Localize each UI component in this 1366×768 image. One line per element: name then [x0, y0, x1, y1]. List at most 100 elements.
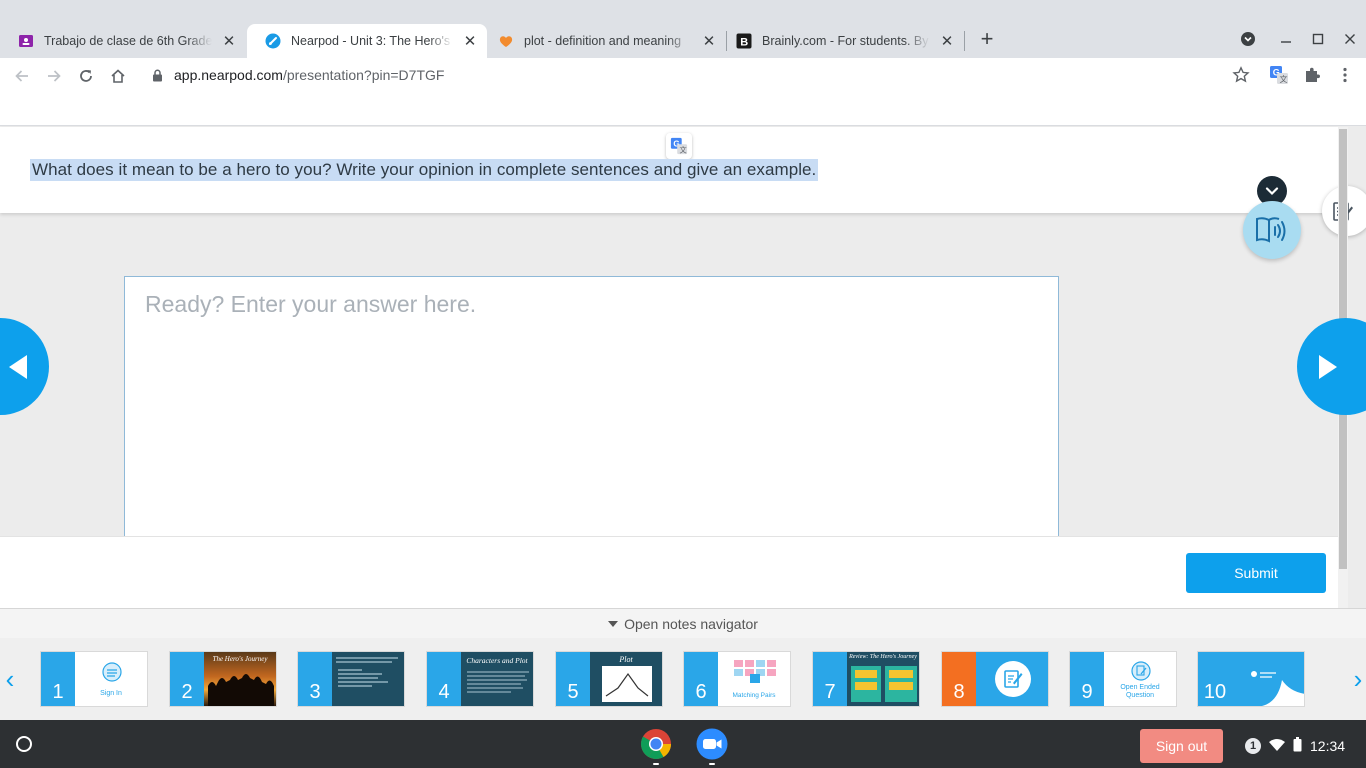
slide-preview: The Hero's Journey	[204, 652, 276, 706]
sign-out-button[interactable]: Sign out	[1140, 729, 1223, 763]
slide-thumbnail[interactable]: 10	[1197, 651, 1305, 707]
slide-thumbnail-current[interactable]: 8	[941, 651, 1049, 707]
browser-toolbar: app.nearpod.com/presentation?pin=D7TGF	[0, 58, 1366, 94]
wordnik-heart-icon	[498, 33, 514, 49]
slide-preview	[1232, 652, 1304, 706]
running-indicator	[653, 763, 659, 765]
brainly-icon: B	[736, 33, 752, 49]
extensions-puzzle-icon[interactable]	[1301, 64, 1323, 86]
open-notes-navigator[interactable]: Open notes navigator	[0, 608, 1366, 638]
running-indicator	[709, 763, 715, 765]
maximize-icon[interactable]	[1306, 27, 1330, 51]
slide-number: 5	[556, 652, 590, 706]
slides-scroll-left-icon[interactable]: ‹	[0, 664, 20, 694]
slide-thumbnail[interactable]: 6 Matching Pairs	[683, 651, 791, 707]
tab-classroom[interactable]: Trabajo de clase de 6th Grade El ✕	[0, 24, 246, 58]
slide-thumbnail[interactable]: 9 Open Ended Question	[1069, 651, 1177, 707]
slide-preview	[332, 652, 404, 706]
browser-tab-strip: Trabajo de clase de 6th Grade El ✕ Nearp…	[0, 0, 1366, 58]
chrome-menu-icon[interactable]	[1334, 64, 1356, 86]
minimize-icon[interactable]	[1274, 27, 1298, 51]
slide-thumbnail[interactable]: 5 Plot	[555, 651, 663, 707]
back-arrow-icon[interactable]	[9, 63, 35, 89]
slide-number: 10	[1198, 652, 1232, 706]
slide-caption: Sign In	[100, 690, 122, 697]
slide-preview: Plot	[590, 652, 662, 706]
lock-icon	[152, 68, 164, 82]
status-tray[interactable]: 1 12:34	[1235, 729, 1359, 763]
slide-number: 9	[1070, 652, 1104, 706]
answer-box	[124, 276, 1059, 556]
slide-number: 4	[427, 652, 461, 706]
notes-navigator-label: Open notes navigator	[624, 615, 758, 632]
header-spacer	[0, 94, 1366, 126]
url-text: app.nearpod.com/presentation?pin=D7TGF	[174, 67, 444, 83]
slide-preview: Open Ended Question	[1104, 652, 1176, 706]
clock-time: 12:34	[1310, 738, 1346, 754]
tab-title: Brainly.com - For students. By stu	[762, 34, 930, 48]
slide-thumbnail[interactable]: 3	[297, 651, 405, 707]
next-slide-button[interactable]	[1297, 318, 1366, 415]
google-translate-extension-icon[interactable]: G文	[1268, 64, 1290, 86]
close-window-icon[interactable]	[1338, 27, 1362, 51]
svg-text:文: 文	[679, 145, 686, 154]
wifi-icon	[1269, 738, 1285, 755]
slides-scroll-right-icon[interactable]: ›	[1348, 664, 1366, 694]
battery-icon	[1293, 737, 1302, 755]
new-tab-button[interactable]: +	[976, 28, 998, 51]
classroom-icon	[18, 33, 34, 49]
notification-count: 1	[1245, 738, 1261, 754]
nearpod-icon	[265, 33, 281, 49]
question-text: What does it mean to be a hero to you? W…	[30, 159, 819, 181]
slide-preview: Review: The Hero's Journey	[847, 652, 919, 706]
close-icon[interactable]: ✕	[698, 30, 720, 52]
submit-button[interactable]: Submit	[1186, 553, 1326, 593]
tab-separator	[964, 31, 965, 51]
slide-number: 3	[298, 652, 332, 706]
slide-caption: Open Ended Question	[1120, 684, 1160, 699]
close-icon[interactable]: ✕	[936, 30, 958, 52]
chrome-icon[interactable]	[640, 728, 672, 760]
immersive-reader-icon[interactable]	[1243, 201, 1301, 259]
slide-strip: ‹ 1 Sign In 2 The Hero's Journey 3 4 Cha…	[0, 638, 1366, 720]
svg-text:文: 文	[1280, 74, 1288, 84]
tab-brainly[interactable]: B Brainly.com - For students. By stu ✕	[718, 24, 964, 58]
launcher-icon[interactable]	[16, 736, 32, 752]
home-icon[interactable]	[105, 63, 131, 89]
nearpod-slide-area: G文 What does it mean to be a hero to you…	[0, 94, 1366, 608]
slide-number: 7	[813, 652, 847, 706]
caret-down-icon	[608, 621, 619, 627]
tab-title: Nearpod - Unit 3: The Hero's Less	[291, 34, 453, 48]
tab-wordnik[interactable]: plot - definition and meaning ✕	[480, 24, 726, 58]
tab-nearpod[interactable]: Nearpod - Unit 3: The Hero's Less ✕	[247, 24, 487, 58]
os-shelf: Sign out 1 12:34	[0, 720, 1366, 768]
slide-preview: Matching Pairs	[718, 652, 790, 706]
svg-text:B: B	[740, 37, 748, 49]
close-icon[interactable]: ✕	[218, 30, 240, 52]
tab-search-icon[interactable]	[1236, 27, 1260, 51]
bookmark-star-icon[interactable]	[1232, 66, 1250, 84]
slide-thumbnail[interactable]: 2 The Hero's Journey	[169, 651, 277, 707]
slide-thumbnail[interactable]: 4 Characters and Plot	[426, 651, 534, 707]
close-icon[interactable]: ✕	[459, 30, 481, 52]
slide-preview: Characters and Plot	[461, 652, 533, 706]
tab-title: Trabajo de clase de 6th Grade El	[44, 34, 212, 48]
slide-thumbnail[interactable]: 1 Sign In	[40, 651, 148, 707]
submit-bar: Submit	[0, 536, 1338, 608]
tab-title: plot - definition and meaning	[524, 34, 682, 48]
address-bar[interactable]: app.nearpod.com/presentation?pin=D7TGF	[140, 59, 1264, 91]
question-bar: G文 What does it mean to be a hero to you…	[0, 127, 1338, 213]
slide-preview	[976, 652, 1048, 706]
slide-thumbnail[interactable]: 7 Review: The Hero's Journey	[812, 651, 920, 707]
answer-input[interactable]	[125, 277, 1058, 556]
slide-number: 8	[942, 652, 976, 706]
slide-caption: Matching Pairs	[732, 692, 776, 699]
forward-arrow-icon[interactable]	[41, 63, 67, 89]
slide-number: 2	[170, 652, 204, 706]
previous-slide-button[interactable]	[0, 318, 49, 415]
reload-icon[interactable]	[73, 63, 99, 89]
slide-preview: Sign In	[75, 652, 147, 706]
zoom-icon[interactable]	[696, 728, 728, 760]
translate-popup-icon[interactable]: G文	[666, 133, 692, 159]
url-host: app.nearpod.com	[174, 67, 283, 83]
